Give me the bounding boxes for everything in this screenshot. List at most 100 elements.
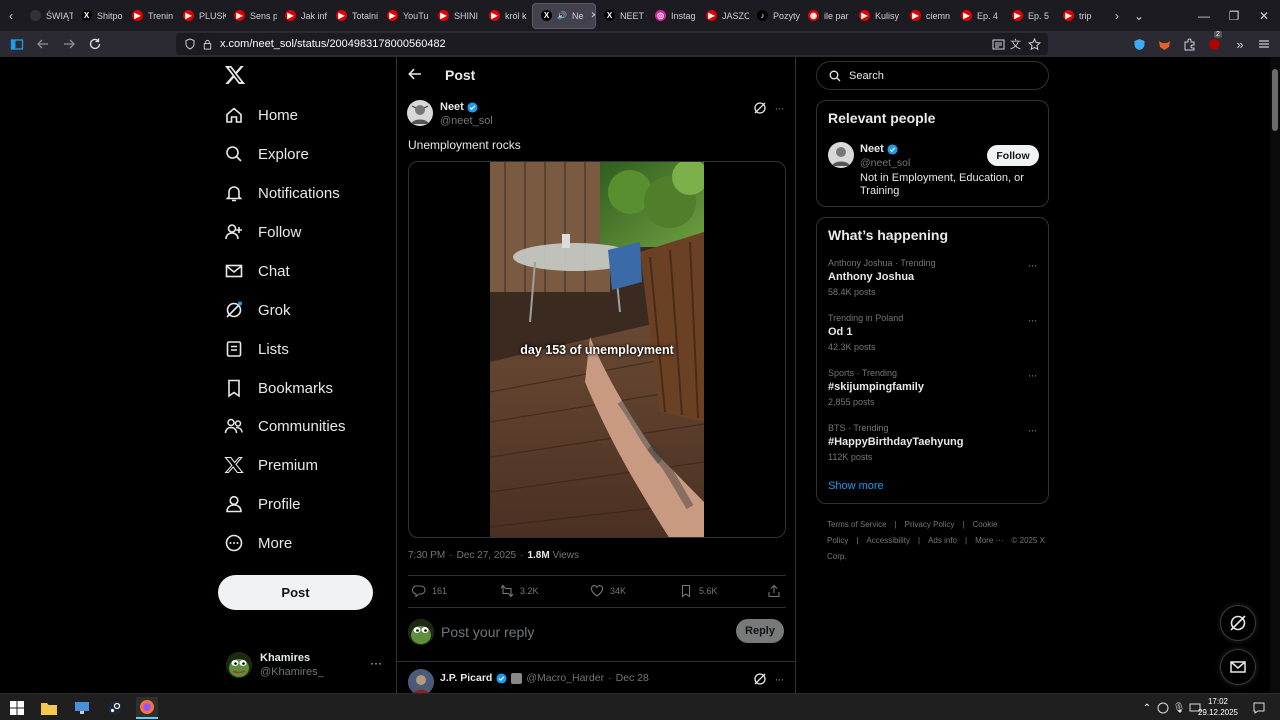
sidebar-item-explore[interactable]: Explore — [224, 139, 309, 169]
overflow-menu-icon[interactable]: » — [1231, 35, 1249, 53]
x-logo-icon[interactable] — [224, 64, 248, 88]
show-more-link[interactable]: Show more — [828, 480, 884, 492]
monitor-app-icon[interactable] — [71, 697, 93, 719]
hamburger-menu-icon[interactable] — [1255, 35, 1273, 53]
browser-tab[interactable]: ▶ król k — [481, 3, 532, 29]
address-bar[interactable]: x.com/neet_sol/status/200498317800056048… — [176, 33, 1048, 55]
forward-icon[interactable] — [56, 33, 82, 55]
reply-button[interactable]: Reply — [736, 619, 784, 643]
tab-scroll-left-button[interactable]: ‹ — [0, 3, 22, 29]
messages-fab-button[interactable] — [1220, 649, 1256, 685]
reply-date[interactable]: Dec 28 — [616, 672, 649, 684]
bookmark-action[interactable]: 5.6K — [679, 581, 718, 601]
ublock-extension-icon[interactable]: 2 — [1205, 31, 1223, 53]
sidebar-item-lists[interactable]: Lists — [224, 334, 289, 364]
browser-tab[interactable]: ▶ trip — [1055, 3, 1106, 29]
sidebar-item-notifications[interactable]: Notifications — [224, 178, 340, 208]
share-action[interactable] — [767, 581, 781, 601]
browser-tab[interactable]: X NEET C — [596, 3, 647, 29]
account-switcher[interactable]: Khamires @Khamires_ ··· — [226, 648, 386, 682]
relevant-handle[interactable]: @neet_sol — [860, 157, 910, 169]
browser-tab[interactable]: ▶ PLUSK — [175, 3, 226, 29]
reader-view-icon[interactable] — [992, 38, 1005, 51]
sidebar-item-home[interactable]: Home — [224, 100, 298, 130]
author-handle[interactable]: @neet_sol — [440, 115, 493, 127]
tab-list-button[interactable]: ⌄ — [1128, 3, 1150, 29]
restore-button[interactable]: ❐ — [1218, 0, 1250, 31]
reply-more-icon[interactable]: ··· — [772, 672, 786, 686]
search-input[interactable] — [849, 69, 1029, 82]
footer-link[interactable]: Privacy Policy — [905, 520, 955, 529]
browser-tab[interactable]: ◎ Instag — [647, 3, 698, 29]
lock-icon[interactable] — [202, 39, 213, 50]
trend-item[interactable]: Anthony Joshua · Trending Anthony Joshua 5… — [828, 258, 1038, 297]
trend-more-icon[interactable]: ··· — [1025, 258, 1039, 272]
browser-tab[interactable]: ▶ Jak inf — [277, 3, 328, 29]
notifications-tray-icon[interactable] — [1248, 697, 1270, 719]
sidebar-item-communities[interactable]: Communities — [224, 411, 346, 441]
browser-tab[interactable]: ▶ Ep. 4 — [953, 3, 1004, 29]
sidebar-toggle-icon[interactable] — [4, 33, 30, 55]
account-more-icon[interactable]: ··· — [370, 656, 382, 670]
extensions-puzzle-icon[interactable] — [1180, 35, 1198, 53]
post-date[interactable]: Dec 27, 2025 — [457, 550, 517, 561]
trend-item[interactable]: Trending in Poland Od 1 42.3K posts ··· — [828, 313, 1038, 352]
search-box[interactable] — [816, 61, 1049, 90]
grok-icon[interactable] — [753, 101, 767, 115]
browser-tab[interactable]: ▶ Ep. 5 — [1004, 3, 1055, 29]
file-explorer-icon[interactable] — [38, 697, 60, 719]
reply-input[interactable] — [441, 619, 721, 645]
grok-fab-button[interactable] — [1220, 605, 1256, 641]
bookmark-star-icon[interactable] — [1028, 37, 1041, 51]
browser-tab[interactable]: ▶ YouTu — [379, 3, 430, 29]
browser-tab[interactable]: ▶ ciemn — [902, 3, 953, 29]
reply-action[interactable]: 161 — [412, 581, 447, 601]
sidebar-item-bookmarks[interactable]: Bookmarks — [224, 373, 333, 403]
footer-link[interactable]: Terms of Service — [827, 520, 887, 529]
post-media[interactable]: day 153 of unemployment — [408, 161, 786, 538]
trend-item[interactable]: Sports · Trending #skijumpingfamily 2,855 … — [828, 368, 1038, 407]
vpn-extension-icon[interactable] — [1130, 35, 1148, 53]
taskbar-clock[interactable]: 17:02 29.12.2025 — [1196, 696, 1240, 718]
minimize-button[interactable]: — — [1188, 0, 1220, 31]
browser-tab[interactable]: ◉ ile par — [800, 3, 851, 29]
reply-author-handle[interactable]: @Macro_Harder — [526, 672, 604, 684]
fox-extension-icon[interactable] — [1155, 35, 1173, 53]
relevant-avatar[interactable] — [828, 142, 854, 168]
browser-tab[interactable]: ▶ Totalni — [328, 3, 379, 29]
tab-scroll-right-button[interactable]: › — [1106, 3, 1128, 29]
steam-icon[interactable] — [104, 697, 126, 719]
page-scrollbar[interactable] — [1270, 57, 1280, 693]
speaker-icon[interactable]: 🔊 — [557, 11, 567, 20]
post-button[interactable]: Post — [218, 575, 373, 610]
footer-link[interactable]: Ads info — [928, 536, 957, 545]
scrollbar-thumb[interactable] — [1272, 69, 1278, 131]
sidebar-item-grok[interactable]: Grok — [224, 295, 291, 325]
trend-more-icon[interactable]: ··· — [1025, 368, 1039, 382]
relevant-name[interactable]: Neet — [860, 143, 898, 155]
browser-tab[interactable]: ŚWIĄT — [22, 3, 73, 29]
trend-more-icon[interactable]: ··· — [1025, 423, 1039, 437]
shield-icon[interactable] — [184, 38, 196, 50]
sidebar-item-profile[interactable]: Profile — [224, 489, 301, 519]
browser-tab[interactable]: ▶ Kulisy — [851, 3, 902, 29]
translate-icon[interactable]: 文 — [1010, 36, 1021, 52]
reply-author-avatar[interactable] — [408, 669, 434, 693]
reply-author-name[interactable]: J.P. Picard — [440, 672, 492, 684]
sidebar-item-premium[interactable]: Premium — [224, 450, 318, 480]
browser-tab[interactable]: ▶ SHINI — [430, 3, 481, 29]
post-more-icon[interactable]: ··· — [772, 101, 786, 115]
sidebar-item-more[interactable]: More — [224, 528, 292, 558]
footer-link[interactable]: Accessibility — [866, 536, 910, 545]
sidebar-item-chat[interactable]: Chat — [224, 256, 290, 286]
browser-tab[interactable]: ▶ Trenin — [124, 3, 175, 29]
windows-start-icon[interactable] — [6, 697, 28, 719]
browser-tab[interactable]: ♪ Pozyty — [749, 3, 800, 29]
close-window-button[interactable]: ✕ — [1248, 0, 1280, 31]
relevant-name-text[interactable]: Neet — [860, 143, 884, 155]
footer-link[interactable]: More ··· — [975, 536, 1003, 545]
author-avatar[interactable] — [407, 100, 433, 126]
author-name-text[interactable]: Neet — [440, 101, 464, 113]
post-time[interactable]: 7:30 PM — [408, 550, 445, 561]
back-arrow-icon[interactable] — [407, 66, 423, 82]
